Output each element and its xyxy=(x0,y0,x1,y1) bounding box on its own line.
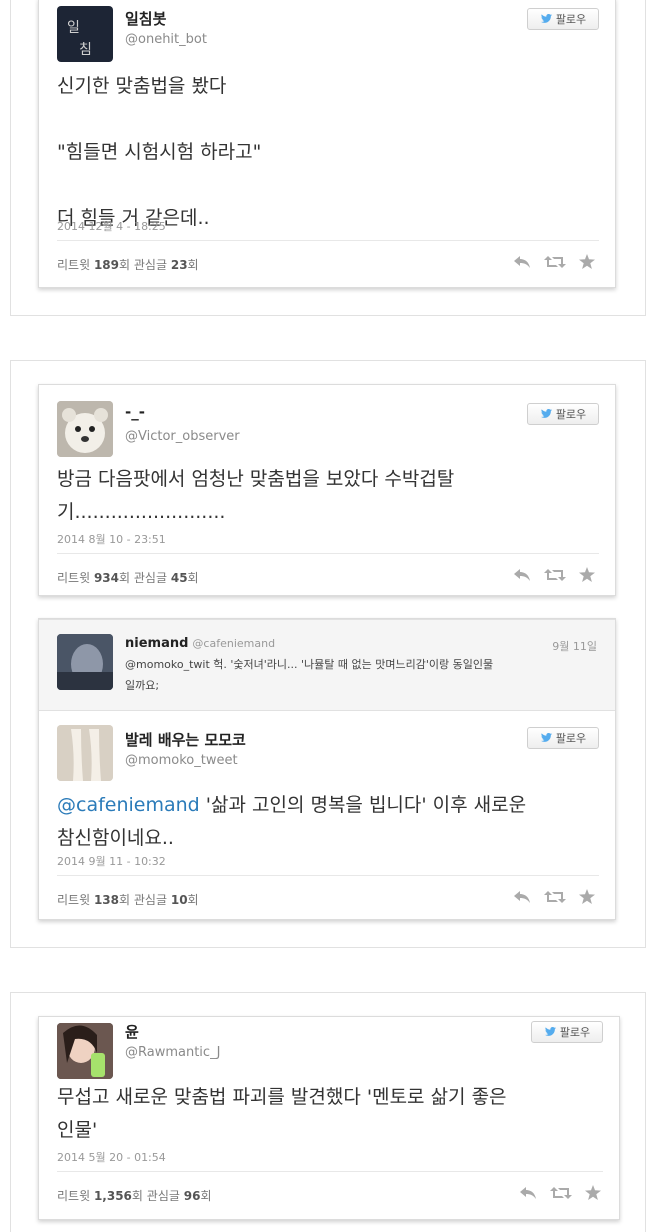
tweet-stats: 리트윗 1,356회 관심글 96회 xyxy=(57,1187,212,1204)
reply-icon[interactable] xyxy=(519,1186,537,1200)
user-handle[interactable]: @Victor_observer xyxy=(125,429,240,444)
reply-user-name[interactable]: niemand @cafeniemand xyxy=(125,636,275,651)
in-reply-to-box[interactable]: niemand @cafeniemand 9월 11일 @momoko_twit … xyxy=(39,619,615,711)
tweet-date[interactable]: 2014 12월 4 - 18:25 xyxy=(57,218,166,234)
tweet-card-3: niemand @cafeniemand 9월 11일 @momoko_twit … xyxy=(38,618,616,920)
retweet-count[interactable]: 189 xyxy=(94,258,119,272)
twitter-bird-icon xyxy=(540,14,552,23)
favorite-label: 관심글 xyxy=(133,893,168,907)
avatar[interactable] xyxy=(57,725,113,781)
user-handle[interactable]: @Rawmantic_J xyxy=(125,1045,220,1060)
retweet-label: 리트윗 xyxy=(57,1189,91,1203)
follow-label: 팔로우 xyxy=(555,408,587,421)
tweet-date[interactable]: 2014 9월 11 - 10:32 xyxy=(57,853,166,869)
user-name[interactable]: -_- xyxy=(125,403,145,421)
follow-label: 팔로우 xyxy=(555,13,587,26)
tweet-stats: 리트윗 934회 관심글 45회 xyxy=(57,569,199,586)
reply-text: @momoko_twit 헉. '숯저녀'라니... '나뮬탈 때 없는 맛며느… xyxy=(125,658,494,692)
favorite-count[interactable]: 10 xyxy=(171,893,188,907)
count-suffix: 회 xyxy=(187,258,199,272)
tweet-actions xyxy=(513,567,595,582)
tweet-stats: 리트윗 189회 관심글 23회 xyxy=(57,256,199,273)
follow-button[interactable]: 팔로우 xyxy=(527,403,599,425)
user-handle[interactable]: @onehit_bot xyxy=(125,32,207,47)
reply-handle: @cafeniemand xyxy=(192,637,276,650)
favorite-count[interactable]: 96 xyxy=(184,1189,201,1203)
favorite-star-icon[interactable] xyxy=(579,567,595,582)
reply-date[interactable]: 9월 11일 xyxy=(552,638,597,654)
follow-label: 팔로우 xyxy=(555,732,587,745)
favorite-star-icon[interactable] xyxy=(585,1185,601,1200)
twitter-bird-icon xyxy=(544,1027,556,1036)
favorite-star-icon[interactable] xyxy=(579,254,595,269)
user-name[interactable]: 윤 xyxy=(125,1021,139,1042)
retweet-count[interactable]: 138 xyxy=(94,893,119,907)
svg-text:일: 일 xyxy=(67,20,80,36)
divider xyxy=(57,240,599,241)
count-suffix: 회 xyxy=(187,571,199,585)
favorite-count[interactable]: 45 xyxy=(171,571,188,585)
retweet-icon[interactable] xyxy=(550,1186,572,1200)
user-handle[interactable]: @momoko_tweet xyxy=(125,753,238,768)
count-suffix: 회 xyxy=(119,258,131,272)
favorite-label: 관심글 xyxy=(146,1189,180,1203)
avatar[interactable] xyxy=(57,1023,113,1079)
retweet-icon[interactable] xyxy=(544,568,566,582)
reply-icon[interactable] xyxy=(513,255,531,269)
user-name[interactable]: 발레 배우는 모모코 xyxy=(125,729,246,750)
retweet-icon[interactable] xyxy=(544,890,566,904)
favorite-label: 관심글 xyxy=(133,571,168,585)
avatar[interactable]: 일침 xyxy=(57,6,113,62)
retweet-count[interactable]: 1,356 xyxy=(94,1189,132,1203)
favorite-label: 관심글 xyxy=(133,258,168,272)
twitter-bird-icon xyxy=(540,409,552,418)
divider xyxy=(57,1171,603,1172)
favorite-count[interactable]: 23 xyxy=(171,258,188,272)
avatar[interactable] xyxy=(57,634,113,690)
retweet-count[interactable]: 934 xyxy=(94,571,119,585)
twitter-bird-icon xyxy=(540,733,552,742)
tweet-card-1: 일침 일침봇 @onehit_bot 팔로우 신기한 맞춤법을 봤다 "힘들면 … xyxy=(38,0,616,288)
count-suffix: 회 xyxy=(131,1189,143,1203)
reply-name: niemand xyxy=(125,636,189,651)
tweet-actions xyxy=(513,254,595,269)
retweet-label: 리트윗 xyxy=(57,893,91,907)
tweet-text: 방금 다음팟에서 엄청난 맞춤법을 보았다 수박겁탈 기............… xyxy=(57,468,455,523)
follow-button[interactable]: 팔로우 xyxy=(527,727,599,749)
follow-button[interactable]: 팔로우 xyxy=(527,8,599,30)
svg-text:침: 침 xyxy=(79,42,92,58)
user-name[interactable]: 일침봇 xyxy=(125,8,166,29)
tweet-text: @cafeniemand '삶과 고인의 명복을 빕니다' 이후 새로운 참신함… xyxy=(57,789,597,855)
count-suffix: 회 xyxy=(119,571,131,585)
tweet-date[interactable]: 2014 5월 20 - 01:54 xyxy=(57,1149,166,1165)
reply-icon[interactable] xyxy=(513,568,531,582)
follow-label: 팔로우 xyxy=(559,1026,591,1039)
tweet-date[interactable]: 2014 8월 10 - 23:51 xyxy=(57,531,166,547)
follow-button[interactable]: 팔로우 xyxy=(531,1021,603,1043)
tweet-card-2: -_- @Victor_observer 팔로우 방금 다음팟에서 엄청난 맞춤… xyxy=(38,384,616,596)
count-suffix: 회 xyxy=(187,893,199,907)
tweet-text: 무섭고 새로운 맞춤법 파괴를 발견했다 '멘토로 삶기 좋은 인물' xyxy=(57,1086,507,1141)
mention-link[interactable]: @cafeniemand xyxy=(57,794,200,816)
reply-icon[interactable] xyxy=(513,890,531,904)
tweet-card-4: 윤 @Rawmantic_J 팔로우 무섭고 새로운 맞춤법 파괴를 발견했다 … xyxy=(38,1016,620,1220)
favorite-star-icon[interactable] xyxy=(579,889,595,904)
divider xyxy=(57,875,599,876)
avatar[interactable] xyxy=(57,401,113,457)
retweet-label: 리트윗 xyxy=(57,571,91,585)
retweet-label: 리트윗 xyxy=(57,258,91,272)
count-suffix: 회 xyxy=(119,893,131,907)
tweet-stats: 리트윗 138회 관심글 10회 xyxy=(57,891,199,908)
tweet-actions xyxy=(513,889,595,904)
retweet-icon[interactable] xyxy=(544,255,566,269)
tweet-text: 신기한 맞춤법을 봤다 "힘들면 시험시험 하라고" 더 힘들 거 같은데.. xyxy=(57,75,262,229)
tweet-actions xyxy=(519,1185,601,1200)
count-suffix: 회 xyxy=(200,1189,212,1203)
divider xyxy=(57,553,599,554)
